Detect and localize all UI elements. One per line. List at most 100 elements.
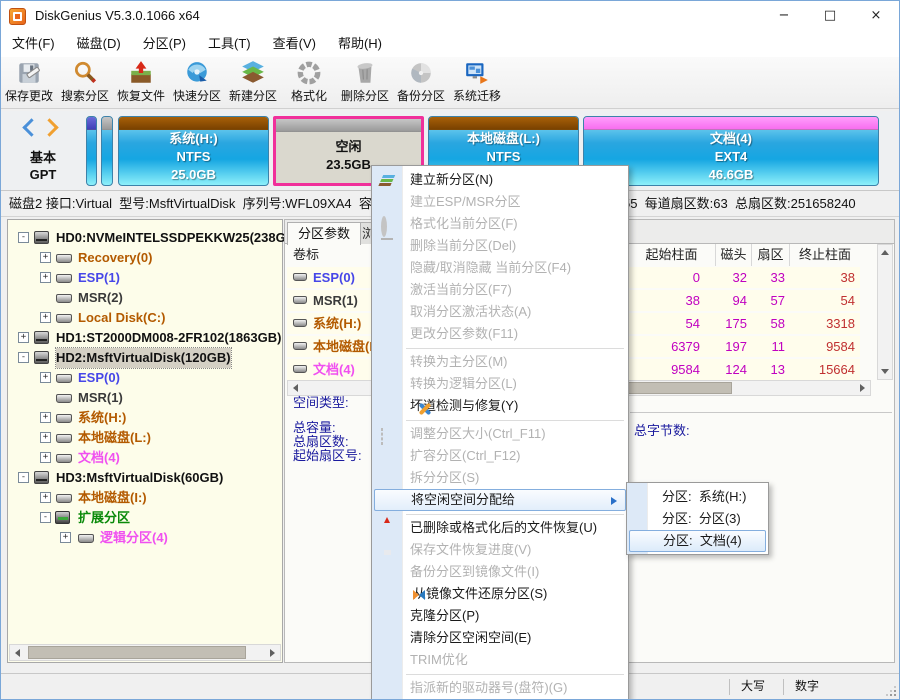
quick-partition-icon <box>187 62 207 82</box>
backup-partition-button[interactable]: 备份分区 <box>393 59 449 107</box>
partition-type-band <box>584 117 878 130</box>
menu-view[interactable]: 查看(V) <box>262 31 327 57</box>
menu-item-assign-drive-letter[interactable]: 指派新的驱动器号(盘符)(G) <box>372 677 628 699</box>
menu-item-clone-partition[interactable]: 克隆分区(P) <box>372 605 628 627</box>
scroll-right-icon[interactable] <box>270 649 275 657</box>
scrollbar-thumb[interactable] <box>28 646 246 659</box>
menu-item-delete-partition[interactable]: 删除当前分区(Del) <box>372 235 628 257</box>
menu-item-allocate-free-space-to[interactable]: 将空闲空间分配给 <box>374 489 626 511</box>
menu-item-convert-to-primary[interactable]: 转换为主分区(M) <box>372 351 628 373</box>
system-migration-button[interactable]: 系统迁移 <box>449 59 505 107</box>
recover-files-button[interactable]: 恢复文件 <box>113 59 169 107</box>
menu-partition[interactable]: 分区(P) <box>132 31 197 57</box>
close-button[interactable]: × <box>853 1 899 31</box>
menu-item-convert-to-logical[interactable]: 转换为逻辑分区(L) <box>372 373 628 395</box>
partition-block-msr[interactable] <box>101 116 113 186</box>
menu-item-file-recovery[interactable]: 已删除或格式化后的文件恢复(U) <box>372 517 628 539</box>
expand-toggle-icon[interactable]: + <box>40 272 51 283</box>
table-row[interactable]: 本地磁盘(L:) <box>287 336 373 357</box>
toolbar: 保存更改 搜索分区 恢复文件 快速分区 新建分区 格式化 删除分区 备份分区 系… <box>1 57 899 109</box>
partition-icon <box>56 274 72 283</box>
menu-item-bad-track-repair[interactable]: 坏道检测与修复(Y) <box>372 395 628 417</box>
scroll-left-icon[interactable] <box>15 649 20 657</box>
resize-grip[interactable] <box>886 686 896 696</box>
expand-toggle-icon[interactable]: + <box>40 412 51 423</box>
partition-block-system-h[interactable]: 系统(H:) NTFS 25.0GB <box>118 116 269 186</box>
expand-toggle-icon[interactable]: + <box>60 532 71 543</box>
tab-partition-parameters[interactable]: 分区参数 <box>287 222 362 245</box>
maximize-button[interactable]: □ <box>807 1 853 31</box>
menu-item-wipe-free-space[interactable]: 清除分区空闲空间(E) <box>372 627 628 649</box>
menu-item-trim-optimize[interactable]: TRIM优化 <box>372 649 628 671</box>
menu-item-split-partition[interactable]: 拆分分区(S) <box>372 467 628 489</box>
recover-files-icon <box>131 61 151 83</box>
menu-item-activate-partition[interactable]: 激活当前分区(F7) <box>372 279 628 301</box>
submenu-item-partition-system-h[interactable]: 分区: 系统(H:) <box>627 486 768 508</box>
menu-item-format-partition[interactable]: 格式化当前分区(F) <box>372 213 628 237</box>
partition-type-band <box>102 117 112 130</box>
menu-item-resize-partition[interactable]: 调整分区大小(Ctrl_F11) <box>372 423 628 445</box>
format-button[interactable]: 格式化 <box>281 59 337 107</box>
delete-partition-button[interactable]: 删除分区 <box>337 59 393 107</box>
expand-toggle-icon[interactable]: + <box>40 432 51 443</box>
menu-disk[interactable]: 磁盘(D) <box>66 31 132 57</box>
expand-toggle-icon[interactable]: + <box>40 492 51 503</box>
menu-item-backup-to-image[interactable]: 备份分区到镜像文件(I) <box>372 561 628 583</box>
scroll-right-icon[interactable] <box>860 384 865 392</box>
next-disk-icon[interactable] <box>40 118 59 137</box>
collapse-toggle-icon[interactable]: - <box>18 352 29 363</box>
divider <box>783 679 784 695</box>
table-row[interactable]: 系统(H:) <box>287 313 373 334</box>
heads-value: 197 <box>716 336 752 357</box>
partition-type-band <box>429 117 578 130</box>
column-header-end-cylinder: 终止柱面 <box>798 247 851 262</box>
menu-tools[interactable]: 工具(T) <box>197 31 262 57</box>
menu-item-restore-from-image[interactable]: 从镜像文件还原分区(S) <box>372 583 628 605</box>
toolbar-button-label: 保存更改 <box>4 89 53 103</box>
format-icon <box>381 216 387 237</box>
menu-item-create-esp-msr[interactable]: 建立ESP/MSR分区 <box>372 191 628 213</box>
expand-toggle-icon[interactable]: + <box>40 312 51 323</box>
hard-disk-icon <box>34 471 49 484</box>
new-partition-button[interactable]: 新建分区 <box>225 59 281 107</box>
menu-item-change-partition-params[interactable]: 更改分区参数(F11) <box>372 323 628 345</box>
minimize-button[interactable]: − <box>761 1 807 31</box>
table-row[interactable]: 文档(4) <box>287 359 373 380</box>
toolbar-button-label: 格式化 <box>290 89 327 103</box>
disk-tree-panel: - HD0:NVMeINTELSSDPEKKW25(238GB) + Recover… <box>7 219 299 663</box>
tree-horizontal-scrollbar[interactable] <box>9 644 281 661</box>
prev-disk-icon[interactable] <box>22 118 41 137</box>
quick-partition-button[interactable]: 快速分区 <box>169 59 225 107</box>
menu-item-hide-partition[interactable]: 隐藏/取消隐藏 当前分区(F4) <box>372 257 628 279</box>
expand-toggle-icon[interactable]: + <box>40 372 51 383</box>
partition-icon <box>56 294 72 303</box>
menu-item-cancel-active-state[interactable]: 取消分区激活状态(A) <box>372 301 628 323</box>
scroll-left-icon[interactable] <box>293 384 298 392</box>
scroll-down-icon[interactable] <box>881 369 889 374</box>
partition-fs: NTFS <box>176 149 211 164</box>
start-cylinder-value: 0 <box>628 267 716 288</box>
expand-toggle-icon[interactable]: + <box>40 252 51 263</box>
menu-item-create-new-partition[interactable]: 建立新分区(N) <box>372 169 628 191</box>
menu-item-save-recovery-progress[interactable]: 保存文件恢复进度(V) <box>372 539 628 561</box>
save-changes-button[interactable]: 保存更改 <box>1 59 57 107</box>
partition-block-esp[interactable] <box>86 116 97 186</box>
menu-help[interactable]: 帮助(H) <box>327 31 393 57</box>
collapse-toggle-icon[interactable]: - <box>18 472 29 483</box>
table-row[interactable]: MSR(1) <box>287 290 373 311</box>
save-changes-icon <box>19 63 40 83</box>
submenu-item-partition-docs-4[interactable]: 分区: 文档(4) <box>629 530 766 552</box>
expand-toggle-icon[interactable]: + <box>40 452 51 463</box>
partition-icon <box>56 394 72 403</box>
menu-item-expand-partition[interactable]: 扩容分区(Ctrl_F12) <box>372 445 628 467</box>
table-row[interactable]: ESP(0) <box>287 267 373 288</box>
submenu-item-partition-3[interactable]: 分区: 分区(3) <box>627 508 768 530</box>
heads-value: 175 <box>716 313 752 334</box>
collapse-toggle-icon[interactable]: - <box>40 512 51 523</box>
table-vertical-scrollbar[interactable] <box>877 244 893 380</box>
expand-toggle-icon[interactable]: + <box>18 332 29 343</box>
menu-file[interactable]: 文件(F) <box>1 31 66 57</box>
collapse-toggle-icon[interactable]: - <box>18 232 29 243</box>
scroll-up-icon[interactable] <box>881 250 889 255</box>
search-partition-button[interactable]: 搜索分区 <box>57 59 113 107</box>
